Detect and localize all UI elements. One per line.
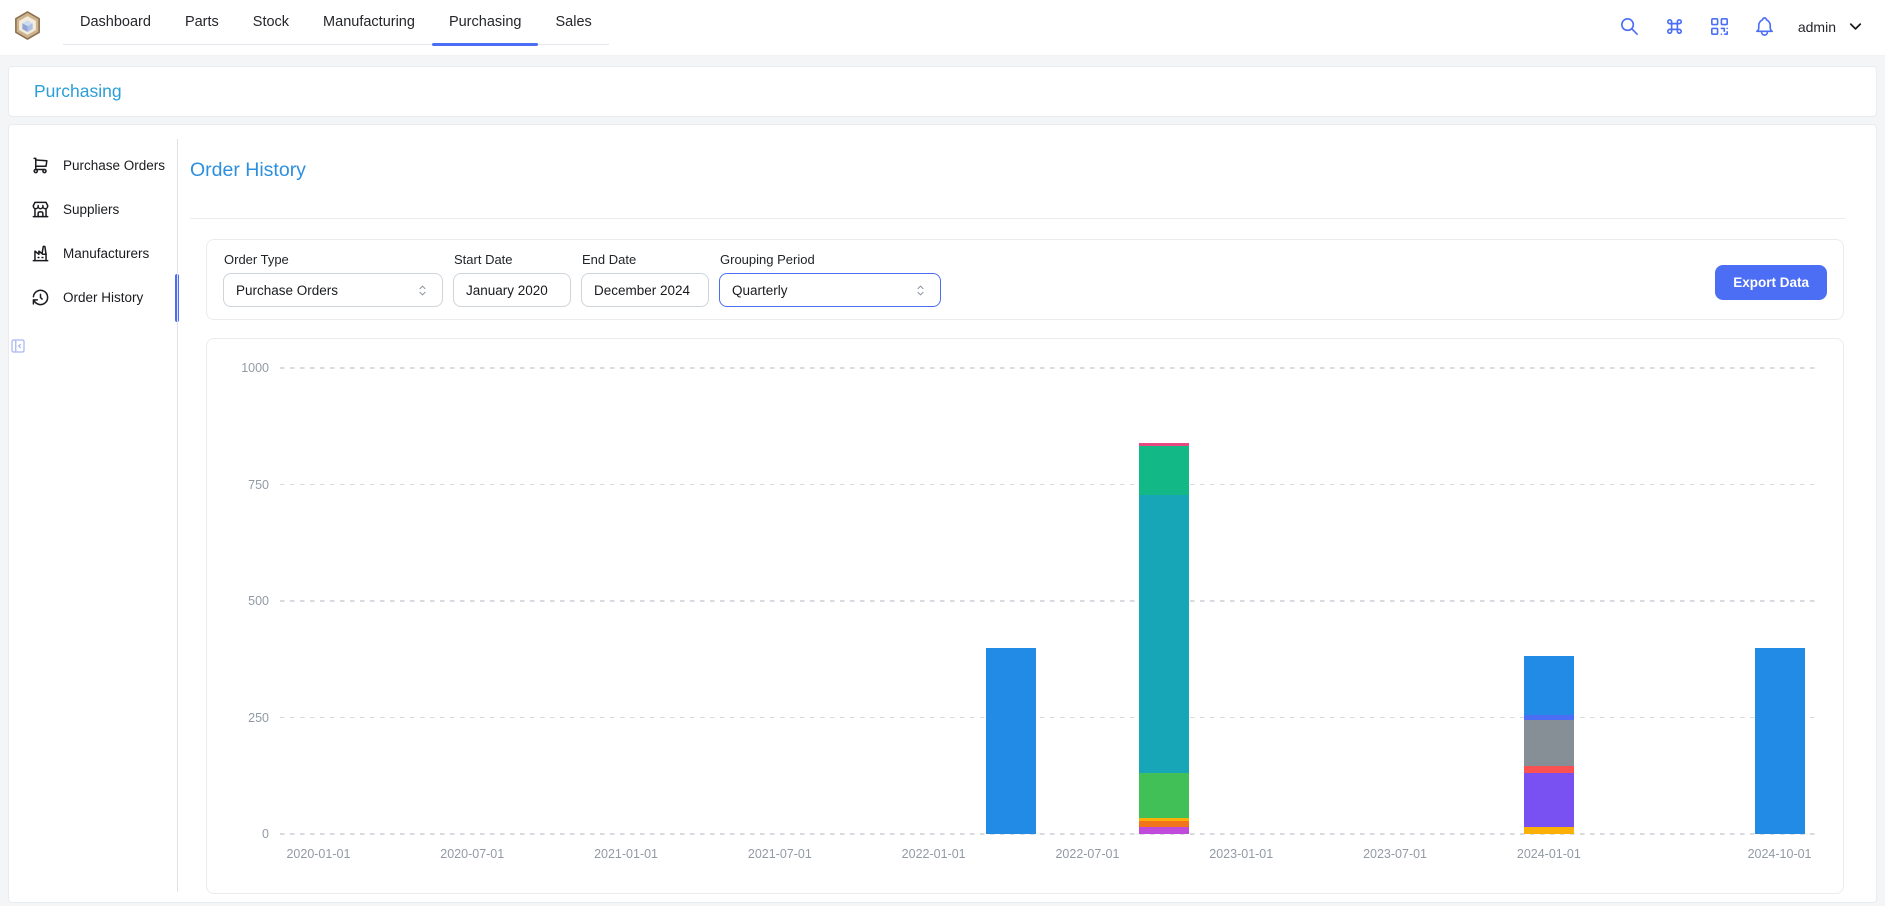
x-axis-tick-label: 2021-01-01 [594,847,658,861]
y-gridline-750 [280,484,1818,486]
chevron-down-icon [1846,17,1865,36]
page-title: Order History [190,159,306,182]
y-gridline-250 [280,717,1818,719]
sidebar: Purchase Orders Suppliers Manufacturers Ord… [9,125,177,902]
search-icon[interactable] [1618,15,1641,38]
start-date-value: January 2020 [466,283,548,298]
content-panel: Purchase Orders Suppliers Manufacturers Ord… [8,124,1877,903]
end-date-value: December 2024 [594,283,690,298]
order-type-label: Order Type [224,252,443,267]
y-axis-tick-label: 250 [248,711,269,725]
stacked-bar-2022-10-01[interactable] [1139,443,1189,834]
y-axis-tick-label: 0 [262,827,269,841]
user-menu[interactable]: admin [1798,17,1865,36]
qrcode-scan-icon[interactable] [1708,15,1731,38]
main-area: Order History Order Type Purchase Orders… [177,125,1876,902]
sidebar-item-order-history[interactable]: Order History [9,275,177,319]
stacked-bar-2022-04-01[interactable] [986,648,1036,834]
x-axis-tick-label: 2023-07-01 [1363,847,1427,861]
x-axis-tick-label: 2024-10-01 [1748,847,1812,861]
bar-segment[interactable] [1524,656,1574,714]
x-axis-tick-label: 2023-01-01 [1209,847,1273,861]
y-gridline-0 [280,833,1818,835]
x-axis-tick-label: 2024-01-01 [1517,847,1581,861]
x-axis-tick-label: 2022-01-01 [902,847,966,861]
start-date-input[interactable]: January 2020 [453,273,571,307]
sidebar-item-label: Manufacturers [63,246,149,261]
y-gridline-500 [280,600,1818,602]
end-date-field: End Date December 2024 [581,251,709,308]
tab-manufacturing[interactable]: Manufacturing [306,0,432,44]
y-axis-tick-label: 500 [248,594,269,608]
sidebar-collapse-icon[interactable] [9,337,177,355]
bar-segment[interactable] [1524,827,1574,834]
grouping-period-field: Grouping Period Quarterly [719,251,941,308]
y-axis-tick-label: 750 [248,478,269,492]
bar-segment[interactable] [1139,495,1189,774]
start-date-field: Start Date January 2020 [453,251,571,308]
x-axis-tick-label: 2021-07-01 [748,847,812,861]
tab-dashboard[interactable]: Dashboard [63,0,168,44]
tab-parts[interactable]: Parts [168,0,236,44]
sidebar-item-label: Order History [63,290,143,305]
shopping-cart-icon [31,156,50,175]
bar-segment[interactable] [1139,773,1189,818]
export-data-button[interactable]: Export Data [1715,265,1827,300]
title-divider [190,218,1845,219]
sidebar-item-suppliers[interactable]: Suppliers [9,187,177,231]
top-navbar: DashboardPartsStockManufacturingPurchasi… [0,0,1885,56]
sidebar-item-purchase-orders[interactable]: Purchase Orders [9,143,177,187]
sidebar-item-label: Purchase Orders [63,158,165,173]
grouping-period-label: Grouping Period [720,252,941,267]
bar-segment[interactable] [1139,446,1189,494]
x-axis-tick-label: 2022-07-01 [1055,847,1119,861]
sidebar-items: Purchase Orders Suppliers Manufacturers Ord… [9,143,177,319]
factory-icon [31,244,50,263]
tab-sales[interactable]: Sales [538,0,608,44]
building-store-icon [31,200,50,219]
notifications-bell-icon[interactable] [1753,15,1776,38]
order-type-value: Purchase Orders [236,283,338,298]
bar-segment[interactable] [1524,766,1574,773]
bar-segment[interactable] [1524,720,1574,766]
bar-segment[interactable] [1755,648,1805,834]
y-gridline-1000 [280,367,1818,369]
filter-panel: Order Type Purchase Orders Start Date Ja… [206,239,1844,320]
chart-panel: 0 250 500 750 1000 2020-01-01 2020-07-01 2021-0… [206,338,1844,894]
grouping-period-value: Quarterly [732,283,788,298]
end-date-input[interactable]: December 2024 [581,273,709,307]
end-date-label: End Date [582,252,709,267]
order-history-chart: 025050075010002020-01-012020-07-012021-0… [280,368,1818,834]
bar-segment[interactable] [1139,827,1189,834]
inventree-logo-icon[interactable] [12,10,43,46]
order-type-select[interactable]: Purchase Orders [223,273,443,307]
y-axis-tick-label: 1000 [241,361,269,375]
stacked-bar-2024-01-01[interactable] [1524,656,1574,834]
sidebar-item-manufacturers[interactable]: Manufacturers [9,231,177,275]
breadcrumb-panel: Purchasing [8,66,1877,117]
selector-icon [415,283,430,298]
order-type-field: Order Type Purchase Orders [223,251,443,308]
history-icon [31,288,50,307]
breadcrumb-purchasing[interactable]: Purchasing [34,81,122,102]
bar-segment[interactable] [986,648,1036,834]
command-shortcut-icon[interactable] [1663,15,1686,38]
sidebar-item-label: Suppliers [63,202,119,217]
app-window: DashboardPartsStockManufacturingPurchasi… [0,0,1885,906]
grouping-period-select[interactable]: Quarterly [719,273,941,307]
main-nav-tabs: DashboardPartsStockManufacturingPurchasi… [63,0,609,45]
stacked-bar-2024-10-01[interactable] [1755,648,1805,834]
x-axis-tick-label: 2020-01-01 [286,847,350,861]
x-axis-tick-label: 2020-07-01 [440,847,504,861]
tab-purchasing[interactable]: Purchasing [432,0,539,44]
bar-segment[interactable] [1524,773,1574,827]
selector-icon [913,283,928,298]
username-label: admin [1798,19,1836,35]
start-date-label: Start Date [454,252,571,267]
navbar-actions: admin [1618,0,1885,38]
tab-stock[interactable]: Stock [236,0,306,44]
